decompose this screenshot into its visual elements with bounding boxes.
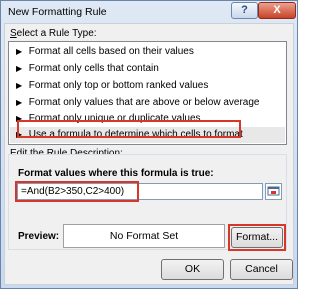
close-icon: X: [273, 4, 281, 16]
select-rule-type-label: Select a Rule Type:: [10, 28, 97, 39]
ok-button[interactable]: OK: [161, 259, 224, 280]
rule-type-item[interactable]: ▶ Format only cells that contain: [10, 61, 285, 77]
select-rule-type-accel: S: [10, 28, 17, 39]
collapse-dialog-icon: [267, 186, 280, 196]
rule-type-item[interactable]: ▶ Format only values that are above or b…: [10, 95, 285, 111]
new-formatting-rule-dialog: New Formatting Rule ? X Select a Rule Ty…: [0, 0, 298, 289]
formula-highlight: [15, 181, 139, 202]
format-button-highlight: [228, 224, 286, 251]
rule-type-label: Format only top or bottom ranked values: [28, 80, 209, 91]
selected-rule-highlight: [17, 120, 241, 138]
dialog-title: New Formatting Rule: [8, 6, 107, 18]
preview-label: Preview:: [18, 231, 60, 242]
rule-type-label: Format only cells that contain: [28, 63, 159, 74]
rule-type-item[interactable]: ▶ Format all cells based on their values: [10, 44, 285, 60]
preview-box: No Format Set: [63, 224, 225, 248]
rule-type-label: Format all cells based on their values: [28, 46, 194, 57]
help-icon: ?: [241, 4, 248, 16]
rule-bullet-icon: ▶: [16, 81, 23, 90]
rule-bullet-icon: ▶: [16, 47, 23, 56]
title-bar[interactable]: New Formatting Rule ? X: [1, 1, 299, 23]
rule-bullet-icon: ▶: [16, 64, 23, 73]
cancel-button[interactable]: Cancel: [230, 259, 293, 280]
range-selector-button[interactable]: [265, 183, 282, 200]
rule-type-item[interactable]: ▶ Format only top or bottom ranked value…: [10, 78, 285, 94]
rule-bullet-icon: ▶: [16, 98, 23, 107]
rule-type-label: Format only values that are above or bel…: [28, 97, 260, 108]
help-button[interactable]: ?: [231, 2, 258, 19]
formula-label: Format values where this formula is true…: [18, 168, 214, 179]
select-rule-type-label-rest: elect a Rule Type:: [16, 28, 97, 39]
close-button[interactable]: X: [258, 2, 296, 19]
